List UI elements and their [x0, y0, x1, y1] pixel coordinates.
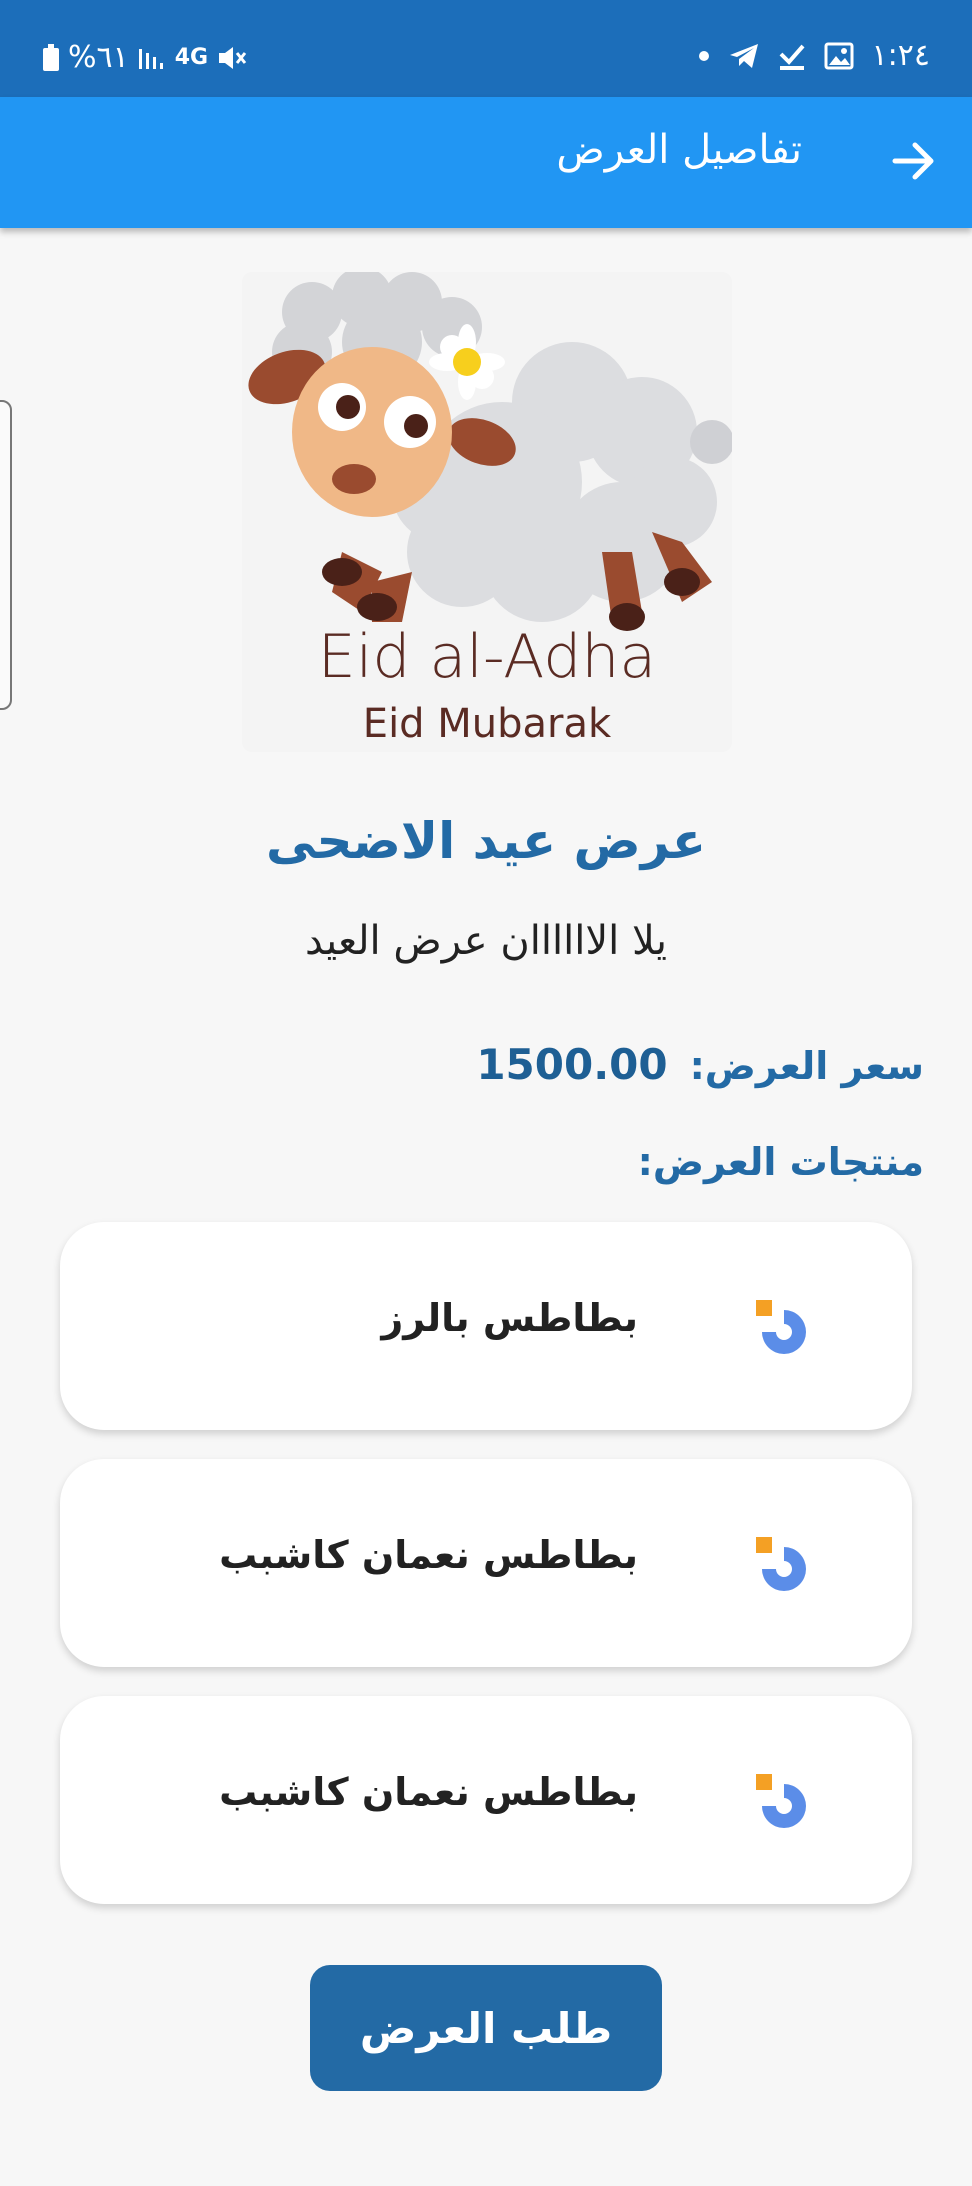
hero-line2: Eid Mubarak — [363, 701, 612, 747]
battery-icon — [43, 43, 59, 71]
status-bar: %٦١ 4G ١:٢٤ — [0, 0, 972, 97]
battery-text: %٦١ — [68, 40, 129, 75]
edge-panel-handle[interactable] — [0, 400, 12, 710]
order-offer-button[interactable]: طلب العرض — [310, 1965, 662, 2091]
telegram-icon — [729, 43, 758, 68]
product-card[interactable]: بطاطس بالرز — [60, 1222, 912, 1430]
product-card[interactable]: بطاطس نعمان كاشبب — [60, 1696, 912, 1904]
sheep-illustration: Eid al-Adha Eid Mubarak — [242, 267, 734, 752]
status-left-icons: %٦١ 4G — [42, 40, 248, 75]
loading-logo-icon — [756, 1537, 806, 1591]
hero-line1: Eid al-Adha — [318, 622, 656, 692]
dot-icon — [698, 50, 709, 61]
status-right-icons: ١:٢٤ — [698, 38, 930, 73]
product-name: بطاطس نعمان كاشبب — [219, 1770, 638, 1814]
offer-title: عرض عيد الاضحى — [265, 812, 707, 870]
app-bar: تفاصيل العرض — [0, 97, 972, 228]
price-value: 1500.00 — [476, 1040, 668, 1089]
gallery-icon — [824, 42, 854, 69]
product-name: بطاطس بالرز — [381, 1296, 638, 1340]
price-row: سعر العرض: 1500.00 — [476, 1040, 924, 1089]
offer-image: Eid al-Adha Eid Mubarak — [242, 267, 734, 752]
product-card[interactable]: بطاطس نعمان كاشبب — [60, 1459, 912, 1667]
loading-logo-icon — [756, 1774, 806, 1828]
product-name: بطاطس نعمان كاشبب — [219, 1533, 638, 1577]
arrow-right-icon — [892, 142, 934, 180]
loading-logo-icon — [756, 1300, 806, 1354]
page-title: تفاصيل العرض — [556, 127, 802, 173]
offer-description: يلا الاااااان عرض العيد — [305, 918, 667, 964]
signal-icon — [138, 48, 163, 69]
products-label: منتجات العرض: — [637, 1140, 924, 1184]
price-label: سعر العرض: — [689, 1044, 924, 1088]
clock: ١:٢٤ — [871, 38, 930, 73]
network-type: 4G — [174, 45, 209, 70]
mute-icon — [219, 46, 247, 69]
download-done-icon — [779, 44, 805, 70]
back-button[interactable] — [884, 131, 944, 191]
